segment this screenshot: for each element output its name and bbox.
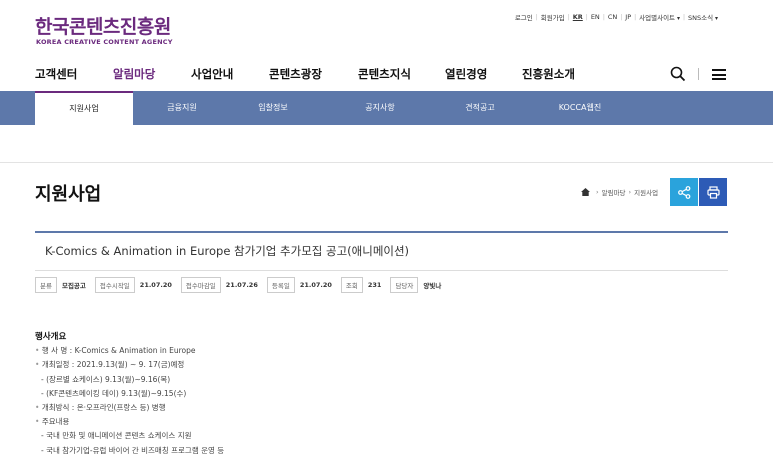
util-link[interactable]: KR — [570, 13, 586, 21]
content-line: (KF콘텐츠메이킹 데이) 9.13(월)~9.15(수) — [35, 387, 224, 401]
subnav-item-finance[interactable]: 금융지원 — [142, 91, 222, 125]
content-line: 개최일정 : 2021.9.13(월) ~ 9. 17(금)예정 — [35, 358, 224, 372]
top-bar: 한국콘텐츠진흥원 KOREA CREATIVE CONTENT AGENCY 로… — [0, 0, 773, 60]
home-icon[interactable] — [581, 188, 590, 196]
util-link[interactable]: 사업별사이트 — [636, 12, 683, 22]
menu-icon[interactable] — [712, 69, 726, 80]
subnav-item-bidding[interactable]: 입찰정보 — [233, 91, 313, 125]
gnb-item-open-management[interactable]: 열린경영 — [445, 66, 487, 82]
printer-icon — [706, 185, 720, 199]
gnb-item-content-plaza[interactable]: 콘텐츠광장 — [269, 66, 322, 82]
content-line: (장르별 쇼케이스) 9.13(월)~9.16(목) — [35, 373, 224, 387]
meta-value: 21.07.26 — [225, 281, 258, 289]
util-link[interactable]: CN — [605, 13, 620, 21]
main-nav: 고객센터 알림마당 사업안내 콘텐츠광장 콘텐츠지식 열린경영 진흥원소개 — [0, 60, 773, 91]
logo-subtitle: KOREA CREATIVE CONTENT AGENCY — [36, 38, 173, 46]
content-line: 국내 만화 및 애니메이션 콘텐츠 쇼케이스 지원 — [35, 429, 224, 443]
meta-value: 양빛나 — [423, 282, 442, 290]
post-header: K-Comics & Animation in Europe 참가기업 추가모집… — [35, 231, 728, 271]
util-link[interactable]: 로그인 — [512, 12, 536, 22]
page-title: 지원사업 — [35, 184, 102, 205]
gnb-item-customer-center[interactable]: 고객센터 — [35, 66, 77, 82]
gnb-item-content-knowledge[interactable]: 콘텐츠지식 — [358, 66, 411, 82]
subnav-item-notices[interactable]: 공지사항 — [340, 91, 420, 125]
content-heading: 행사개요 — [35, 332, 67, 342]
meta-label: 등록일 — [266, 277, 295, 293]
meta-value: 231 — [367, 281, 382, 289]
util-link[interactable]: SNS소식 — [685, 12, 721, 22]
content-line: 행 사 명 : K-Comics & Animation in Europe — [35, 344, 224, 358]
post-title: K-Comics & Animation in Europe 참가기업 추가모집… — [45, 244, 410, 258]
post-content: 행사개요 행 사 명 : K-Comics & Animation in Eur… — [35, 330, 224, 458]
search-icon[interactable] — [670, 66, 686, 82]
breadcrumb-item[interactable]: 알림마당 — [602, 187, 626, 197]
util-link[interactable]: 회원가입 — [538, 12, 568, 22]
breadcrumb: › 알림마당 › 지원사업 — [581, 187, 658, 197]
post-meta: 분류 모집공고 접수시작일 21.07.20 접수마감일 21.07.26 등록일 21.07… — [35, 277, 450, 293]
subnav-item-webzine[interactable]: KOCCA웹진 — [540, 91, 620, 125]
meta-label: 접수마감일 — [180, 277, 221, 293]
meta-label: 조회 — [340, 277, 363, 293]
breadcrumb-separator: › — [596, 188, 599, 196]
meta-value: 모집공고 — [61, 282, 86, 290]
share-button[interactable] — [670, 178, 698, 206]
breadcrumb-separator: › — [628, 188, 632, 196]
subnav-item-support[interactable]: 지원사업 — [35, 91, 133, 125]
util-link[interactable]: JP — [622, 13, 634, 21]
subnav-item-estimates[interactable]: 견적공고 — [440, 91, 520, 125]
share-icon — [677, 185, 690, 199]
sub-nav: 지원사업 금융지원 입찰정보 공지사항 견적공고 KOCCA웹진 — [0, 91, 773, 125]
content-line: 개최방식 : 온·오프라인(프랑스 등) 병행 — [35, 401, 224, 415]
gnb-item-business-info[interactable]: 사업안내 — [191, 66, 233, 82]
print-button[interactable] — [699, 178, 727, 206]
meta-value: 21.07.20 — [139, 281, 172, 289]
meta-label: 분류 — [35, 277, 57, 293]
util-link[interactable]: EN — [588, 13, 603, 21]
content-line: 국내 참가기업-유럽 바이어 간 비즈매칭 프로그램 운영 등 — [35, 444, 224, 458]
gnb-item-notice[interactable]: 알림마당 — [113, 66, 155, 82]
meta-label: 접수시작일 — [94, 277, 135, 293]
divider — [0, 162, 773, 163]
meta-label: 담당자 — [390, 277, 419, 293]
meta-value: 21.07.20 — [299, 281, 332, 289]
utility-menu: 로그인|회원가입|KR|EN|CN|JP|사업별사이트|SNS소식 — [512, 12, 721, 22]
gnb-item-about[interactable]: 진흥원소개 — [522, 66, 575, 82]
breadcrumb-item[interactable]: 지원사업 — [634, 187, 658, 197]
nav-divider — [698, 68, 699, 80]
logo[interactable]: 한국콘텐츠진흥원 — [35, 12, 171, 39]
content-line: 주요내용 — [35, 415, 224, 429]
